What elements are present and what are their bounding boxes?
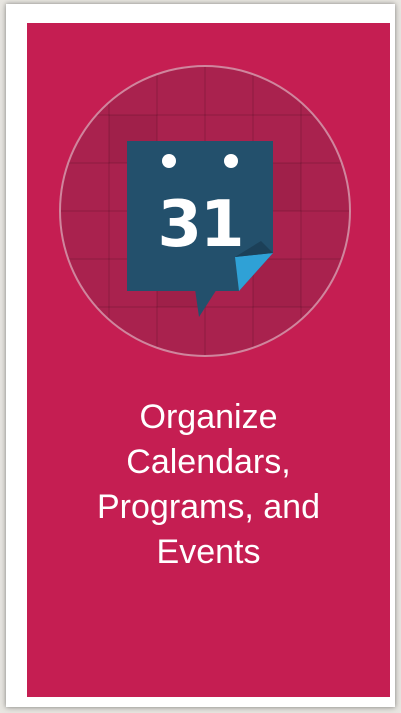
caption-line-2: Calendars, bbox=[126, 443, 291, 481]
caption-line-1: Organize bbox=[139, 398, 278, 436]
caption-line-3: Programs, and bbox=[97, 488, 320, 526]
calendar-day-number: 31 bbox=[157, 188, 244, 262]
organize-calendars-tile[interactable]: 31 Organize Calendars, Programs, and Eve… bbox=[27, 23, 390, 697]
tile-caption: Organize Calendars, Programs, and Events bbox=[27, 395, 390, 575]
card-frame: 31 Organize Calendars, Programs, and Eve… bbox=[6, 4, 395, 707]
calendar-icon: 31 bbox=[127, 141, 273, 319]
caption-line-4: Events bbox=[156, 533, 261, 571]
